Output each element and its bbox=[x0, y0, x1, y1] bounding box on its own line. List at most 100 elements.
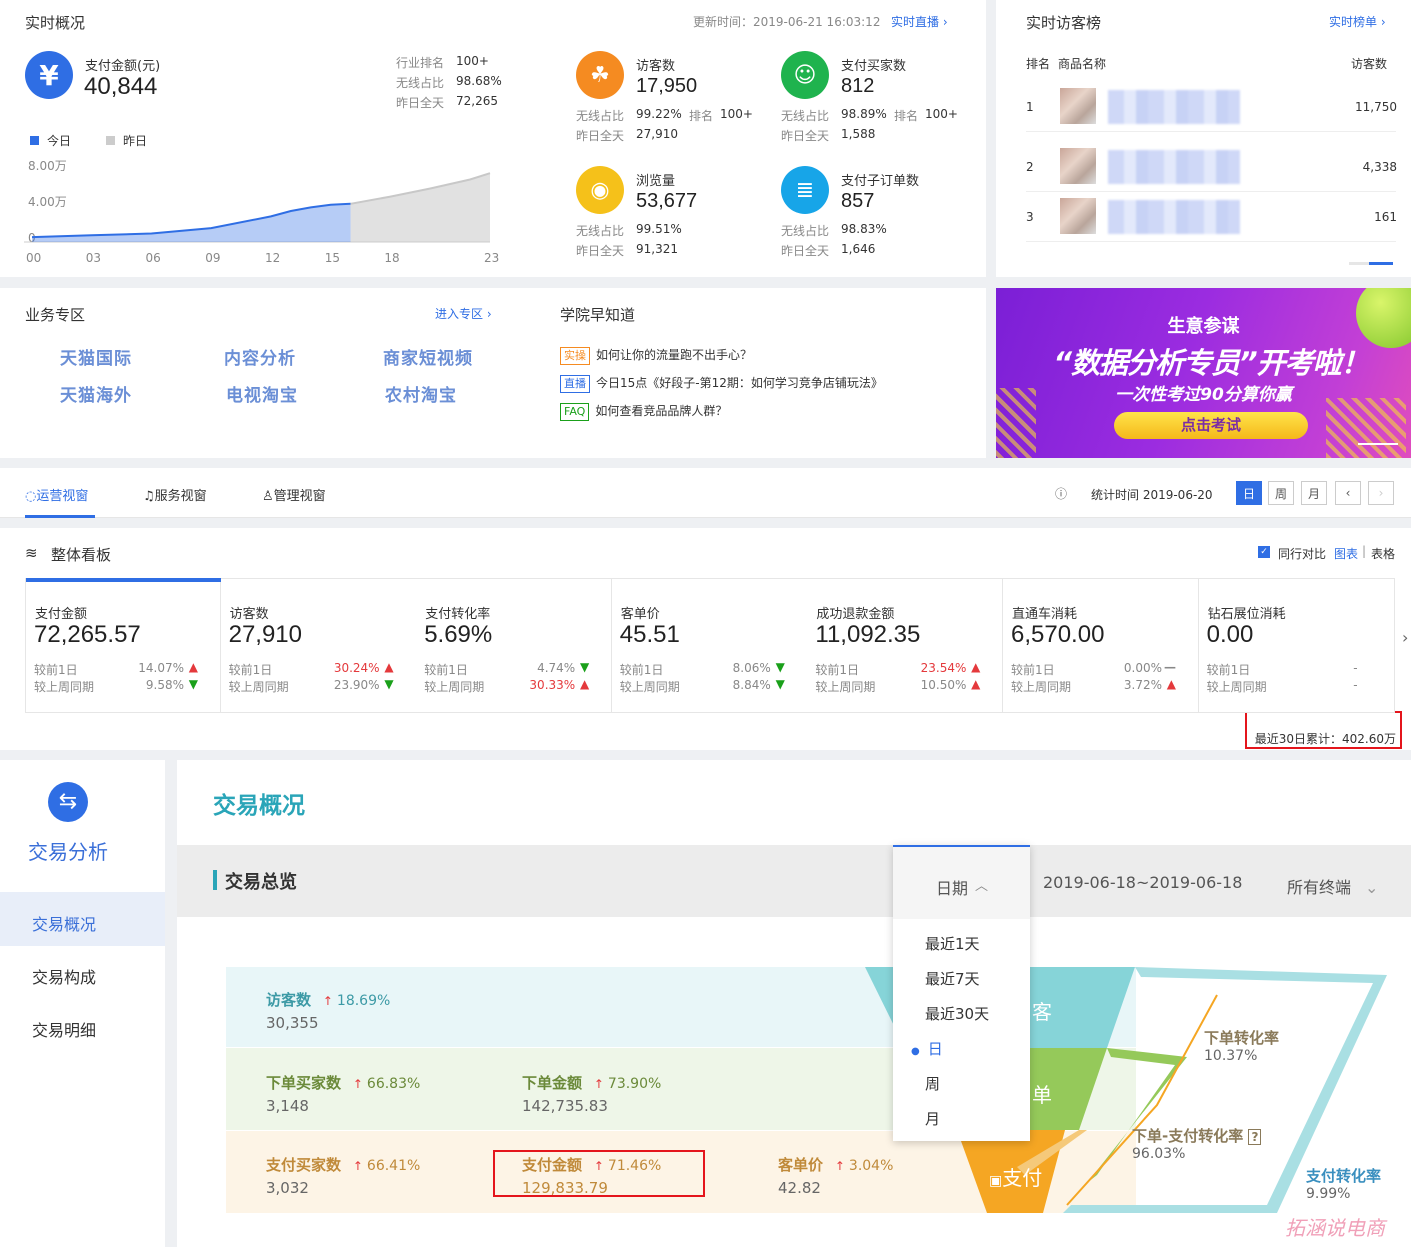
card-cmp2-pct: 23.90% bbox=[333, 678, 380, 692]
kpi-r1-label: 无线占比 bbox=[576, 224, 625, 238]
biz-item-tv-taobao[interactable]: 电视淘宝 bbox=[226, 381, 298, 406]
biz-item-tmall-global[interactable]: 天猫国际 bbox=[60, 344, 132, 369]
pay-amount-label: 支付金额(元) bbox=[85, 59, 161, 74]
date-option-30d[interactable]: 最近30天 bbox=[925, 1003, 989, 1024]
cards-next-arrow[interactable]: › bbox=[1402, 628, 1408, 647]
biz-item-rural-taobao[interactable]: 农村淘宝 bbox=[385, 381, 457, 406]
date-select-header[interactable]: 日期 ︿ bbox=[893, 847, 1030, 919]
academy-item[interactable]: 实操 如何让你的流量跑不出手心？ bbox=[560, 346, 752, 365]
col-name: 商品名称 bbox=[1058, 57, 1107, 71]
trend-up-icon: ▲ bbox=[1166, 677, 1176, 691]
card-cmp2-label: 较上周同期 bbox=[619, 680, 680, 694]
card-cmp1-pct: 0.00% bbox=[1123, 661, 1162, 675]
metric-card[interactable]: 支付转化率 5.69% 较前1日 4.74% ▼ 较上周同期 30.33% ▲ bbox=[416, 578, 613, 713]
series-area-1 bbox=[350, 173, 490, 242]
visitor-rank-link[interactable]: 实时榜单 › bbox=[1329, 13, 1386, 30]
trade-page-title: 交易概况 bbox=[213, 793, 305, 819]
menu-trade-detail[interactable]: 交易明细 bbox=[32, 1017, 96, 1041]
kpi-r1-value2: 100+ bbox=[925, 107, 958, 121]
chart-toggle[interactable]: 图表 bbox=[1334, 545, 1358, 562]
wireless-value: 98.68% bbox=[456, 74, 502, 88]
card-cmp1-label: 较前1日 bbox=[424, 663, 468, 677]
biz-item-short-video[interactable]: 商家短视频 bbox=[383, 344, 473, 369]
date-option-month[interactable]: 月 bbox=[925, 1108, 940, 1129]
trade-side-title: 交易分析 bbox=[28, 840, 108, 864]
trend-down-icon: ▼ bbox=[579, 660, 590, 674]
date-option-day[interactable]: ● 日 bbox=[911, 1038, 943, 1059]
funnel-label-pay: ▣支付 bbox=[989, 1166, 1043, 1190]
metric-card[interactable]: 直通车消耗 6,570.00 较前1日 0.00% — 较上周同期 3.72% … bbox=[1003, 578, 1199, 713]
compare-checkbox[interactable]: ✓ bbox=[1258, 546, 1270, 558]
tab-management[interactable]: ♙管理视窗 bbox=[262, 485, 326, 504]
date-option-1d[interactable]: 最近1天 bbox=[925, 933, 980, 954]
tab-operations[interactable]: ◌运营视窗 bbox=[25, 485, 88, 504]
trend-down-icon: ▼ bbox=[775, 660, 785, 674]
academy-item[interactable]: FAQ 如何查看竞品品牌人群？ bbox=[560, 402, 727, 421]
terminal-select[interactable]: 所有终端 ⌄ bbox=[1287, 874, 1378, 898]
rate2-value: 96.03% bbox=[1132, 1146, 1186, 1162]
prev-date-button[interactable]: ‹ bbox=[1335, 481, 1361, 505]
banner-dots[interactable] bbox=[1358, 443, 1398, 445]
card-value: 11,092.35 bbox=[815, 621, 921, 648]
date-dropdown[interactable]: 日期 ︿ 最近1天 最近7天 最近30天 ● 日 周 月 bbox=[893, 845, 1030, 1141]
product-thumbnail bbox=[1060, 148, 1096, 184]
card-title: 支付金额 bbox=[35, 607, 88, 622]
x-tick-label: 12 bbox=[265, 251, 280, 265]
product-thumbnail bbox=[1060, 198, 1096, 234]
legend-yesterday: 昨日 bbox=[106, 132, 147, 149]
menu-trade-composition[interactable]: 交易构成 bbox=[32, 964, 96, 988]
product-name-blurred bbox=[1108, 90, 1240, 124]
metric-card[interactable]: 钻石展位消耗 0.00 较前1日 - 较上周同期 - bbox=[1198, 578, 1395, 713]
metric-card[interactable]: 访客数 27,910 较前1日 30.24% ▲ 较上周同期 23.90% ▼ bbox=[220, 578, 417, 713]
banner-button[interactable]: 点击考试 bbox=[1114, 412, 1308, 439]
trade-analysis-icon: ⇆ bbox=[48, 782, 88, 822]
biz-item-tmall-overseas[interactable]: 天猫海外 bbox=[60, 381, 132, 406]
realtime-title: 实时概况 bbox=[25, 14, 86, 32]
compare-label[interactable]: 同行对比 bbox=[1278, 545, 1326, 562]
carousel-indicator[interactable] bbox=[1349, 262, 1393, 265]
tab-service[interactable]: ♫服务视窗 bbox=[143, 485, 207, 504]
col-rank: 排名 bbox=[1026, 57, 1051, 71]
funnel-arrow-1 bbox=[1087, 1048, 1187, 1183]
rate1-label: 下单转化率 bbox=[1204, 1029, 1280, 1047]
period-day-button[interactable]: 日 bbox=[1236, 481, 1262, 505]
period-month-button[interactable]: 月 bbox=[1301, 481, 1327, 505]
table-toggle[interactable]: 表格 bbox=[1371, 545, 1395, 562]
tag-practice: 实操 bbox=[560, 347, 590, 365]
academy-item[interactable]: 直播 今日15点《好段子-第12期：如何学习竞争店铺玩法》 bbox=[560, 374, 883, 393]
realtime-panel: 实时概况 更新时间：2019-06-21 16:03:12 实时直播 › ¥ 支… bbox=[0, 0, 986, 277]
date-range: 2019-06-18~2019-06-18 bbox=[1043, 873, 1243, 892]
metric-card[interactable]: 支付金额 72,265.57 较前1日 14.07% ▲ 较上周同期 9.58%… bbox=[25, 578, 221, 713]
banner-main: “数据分析专员”开考啦！ bbox=[1053, 346, 1369, 380]
trend-up-icon: ▲ bbox=[384, 660, 394, 674]
card-cmp2-pct: 30.33% bbox=[529, 678, 576, 692]
period-week-button[interactable]: 周 bbox=[1268, 481, 1294, 505]
metric-card[interactable]: 客单价 45.51 较前1日 8.06% ▼ 较上周同期 8.84% ▼ bbox=[611, 578, 808, 713]
x-tick-label: 03 bbox=[86, 251, 101, 265]
kpi-label: 浏览量 bbox=[636, 174, 676, 189]
kpi-r1-label2: 排名 bbox=[894, 109, 919, 123]
biz-link[interactable]: 进入专区 › bbox=[435, 305, 492, 322]
business-zone: 业务专区 进入专区 › 天猫国际 内容分析 商家短视频 天猫海外 电视淘宝 农村… bbox=[0, 288, 986, 458]
next-date-button[interactable]: › bbox=[1368, 481, 1394, 505]
card-value: 27,910 bbox=[228, 621, 302, 648]
kpi-r1-label2: 排名 bbox=[689, 109, 714, 123]
kpi-value: 857 bbox=[841, 190, 875, 212]
rank-label: 行业排名 bbox=[396, 56, 445, 70]
kpi-r1-value2: 100+ bbox=[720, 107, 753, 121]
info-icon[interactable]: ⓘ bbox=[1055, 485, 1067, 502]
exam-banner[interactable]: 生意参谋 “数据分析专员”开考啦！ 一次性考过90分算你赢 点击考试 bbox=[996, 288, 1411, 458]
biz-item-content-analysis[interactable]: 内容分析 bbox=[224, 344, 296, 369]
date-option-7d[interactable]: 最近7天 bbox=[925, 968, 980, 989]
date-option-week[interactable]: 周 bbox=[925, 1073, 940, 1094]
kpi-r2-value: 91,321 bbox=[636, 242, 678, 256]
visitor-count: 161 bbox=[1374, 210, 1397, 224]
funnel-label-visitor: 客 bbox=[1032, 1000, 1052, 1024]
card-title: 成功退款金额 bbox=[816, 607, 895, 622]
tag-live: 直播 bbox=[560, 375, 590, 393]
realtime-chart: 8.00万4.00万000 03 06 09 12 15 18 23 bbox=[24, 159, 499, 265]
metric-card[interactable]: 成功退款金额 11,092.35 较前1日 23.54% ▲ 较上周同期 10.… bbox=[807, 578, 1004, 713]
menu-trade-overview[interactable]: 交易概况 bbox=[0, 892, 165, 946]
toggle-divider: | bbox=[1362, 544, 1367, 558]
live-link[interactable]: 实时直播 › bbox=[891, 13, 948, 30]
